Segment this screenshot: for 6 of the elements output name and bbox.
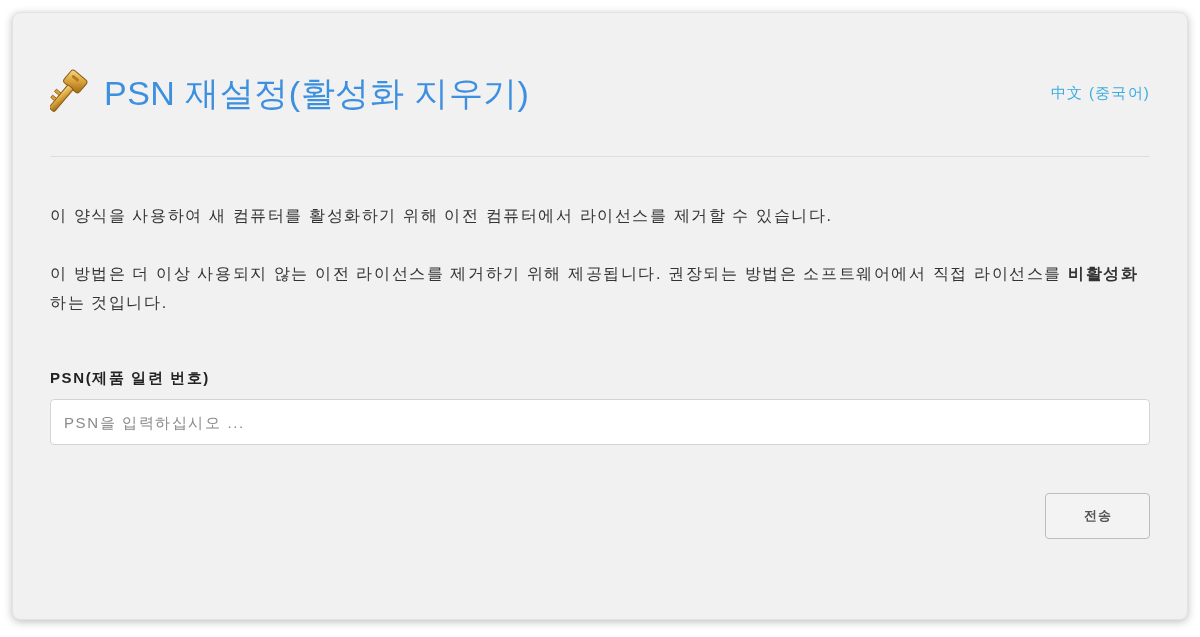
psn-input-field[interactable]: PSN을 입력하십시오 ... xyxy=(50,399,1150,445)
submit-button[interactable]: 전송 xyxy=(1045,493,1150,539)
description-text: 이 방법은 더 이상 사용되지 않는 이전 라이선스를 제거하기 위해 제공됩니다. 권장되는 방법은 소프트웨어에서 직접 라이선스를 비활성화하는 것입니다. xyxy=(50,264,1140,313)
field-label: PSN(제품 일련 번호) xyxy=(50,368,211,388)
description-text: 이 양식을 사용하여 새 컴퓨터를 활성화하기 위해 이전 컴퓨터에서 라이선스를 제거할 수 있습니다. xyxy=(50,206,834,226)
page-title: PSN 재설정(활성화 지우기) xyxy=(104,73,530,114)
